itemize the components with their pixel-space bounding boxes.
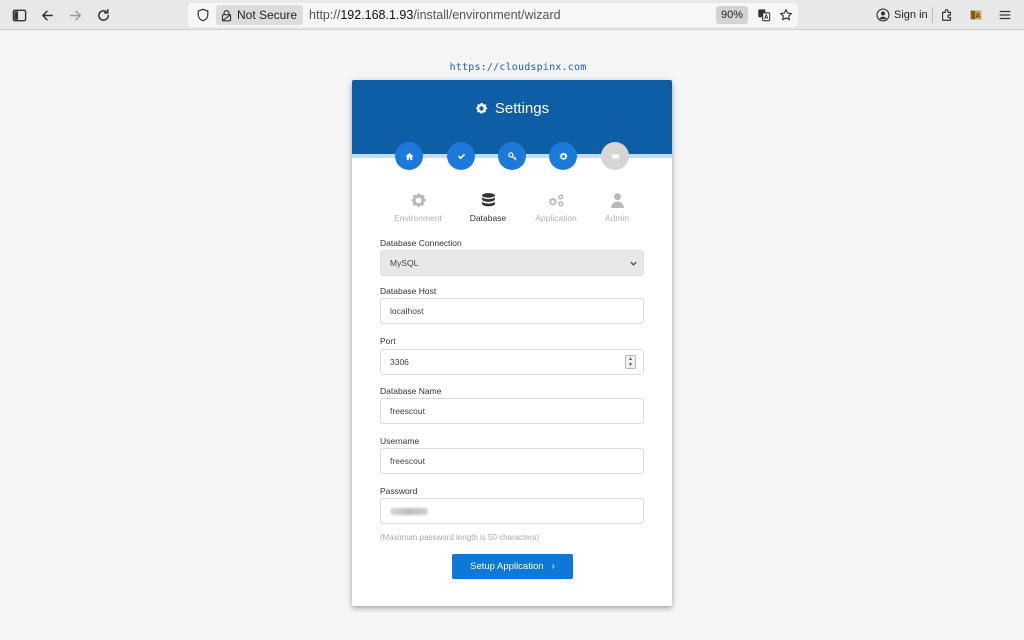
tab-environment[interactable]: Environment: [383, 192, 453, 223]
password-input[interactable]: [380, 498, 644, 524]
username-label: Username: [380, 436, 420, 446]
address-bar[interactable]: Not Secure http://192.168.1.93/install/e…: [188, 3, 798, 27]
home-icon: [404, 152, 414, 160]
extension-icon[interactable]: A: [965, 4, 987, 26]
tab-application-label: Application: [535, 213, 577, 223]
lock-icon: [221, 9, 232, 21]
connection-label: Database Connection: [380, 238, 462, 248]
gears-icon: [548, 194, 564, 207]
gear-icon: [410, 193, 426, 208]
url-text[interactable]: http://192.168.1.93/install/environment/…: [309, 8, 561, 22]
chevron-right-icon: ›: [551, 561, 555, 572]
step-home[interactable]: [395, 142, 423, 170]
step-flag[interactable]: [601, 142, 629, 170]
reload-icon[interactable]: [89, 3, 117, 27]
sign-in-label: Sign in: [894, 9, 928, 21]
tab-environment-label: Environment: [394, 213, 442, 223]
host-value: localhost: [390, 306, 424, 316]
key-icon: [507, 151, 517, 161]
toolbar-separator: [932, 7, 933, 23]
setup-application-label: Setup Application: [470, 561, 544, 572]
forward-icon[interactable]: [61, 3, 89, 27]
url-path: /install/environment/wizard: [413, 8, 561, 22]
name-value: freescout: [390, 406, 425, 416]
shield-icon[interactable]: [192, 3, 214, 27]
card-title-text: Settings: [494, 100, 550, 117]
account-icon: [876, 8, 890, 22]
menu-icon[interactable]: [994, 4, 1016, 26]
zoom-indicator[interactable]: 90%: [715, 6, 748, 24]
password-hint: (Maximum password length is 50 character…: [380, 533, 540, 542]
port-stepper[interactable]: ▲ ▼: [625, 355, 636, 369]
step-check[interactable]: [447, 142, 475, 170]
gear-icon: [559, 152, 567, 160]
chevron-down-icon: [630, 261, 637, 266]
port-label: Port: [380, 336, 396, 346]
username-value: freescout: [390, 456, 425, 466]
watermark-text: https://cloudspinx.com: [449, 62, 587, 73]
tab-admin[interactable]: Admin: [582, 192, 652, 223]
browser-toolbar: Not Secure http://192.168.1.93/install/e…: [0, 0, 1024, 30]
tab-admin-label: Admin: [604, 213, 630, 223]
tab-database-label: Database: [469, 213, 507, 223]
url-host: 192.168.1.93: [340, 8, 414, 22]
sign-in-button[interactable]: Sign in: [872, 4, 932, 26]
wizard-tabs: Environment Database Application Admin: [380, 192, 644, 228]
database-connection-select[interactable]: MySQL: [380, 250, 644, 276]
database-name-input[interactable]: freescout: [380, 398, 644, 424]
star-icon[interactable]: [777, 6, 795, 24]
card-title: Settings: [352, 100, 672, 117]
connection-value: MySQL: [390, 258, 419, 268]
step-gear[interactable]: [549, 142, 577, 170]
port-value: 3306: [390, 357, 409, 367]
back-icon[interactable]: [33, 3, 61, 27]
database-host-input[interactable]: localhost: [380, 298, 644, 324]
setup-card: Settings Environment Database Applicatio…: [352, 80, 672, 606]
tab-database[interactable]: Database: [453, 192, 523, 223]
sidebar-icon[interactable]: [5, 3, 33, 27]
step-key[interactable]: [498, 142, 526, 170]
flag-icon: [611, 153, 619, 159]
url-scheme: http://: [309, 8, 341, 22]
username-input[interactable]: freescout: [380, 448, 644, 474]
setup-application-button[interactable]: Setup Application ›: [452, 554, 573, 579]
password-label: Password: [380, 486, 418, 496]
name-label: Database Name: [380, 386, 442, 396]
stepper-down-icon[interactable]: ▼: [628, 362, 633, 368]
user-icon: [610, 193, 624, 208]
database-icon: [481, 193, 495, 207]
security-label: Not Secure: [237, 8, 298, 22]
extensions-icon[interactable]: [936, 4, 958, 26]
translate-icon[interactable]: [755, 6, 773, 24]
password-masked-value: [390, 507, 428, 515]
gear-icon: [476, 103, 488, 114]
security-indicator[interactable]: Not Secure: [216, 5, 304, 25]
tab-application[interactable]: Application: [521, 192, 591, 223]
host-label: Database Host: [380, 286, 437, 296]
port-input[interactable]: 3306 ▲ ▼: [380, 349, 644, 375]
check-icon: [457, 153, 465, 159]
